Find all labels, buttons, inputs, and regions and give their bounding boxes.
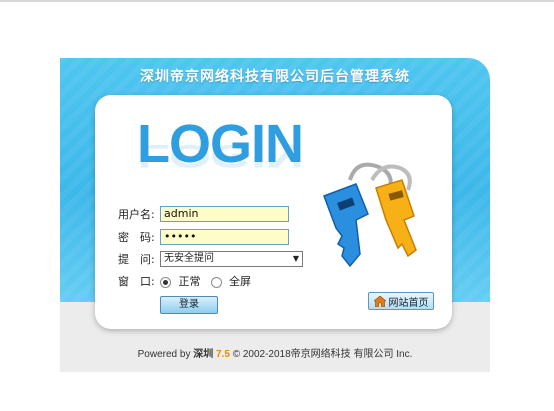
password-row: 密 码: ••••• (118, 229, 289, 245)
copyright-text: © 2002-2018帝京网络科技 有限公司 Inc. (232, 349, 413, 360)
system-title: 深圳帝京网络科技有限公司后台管理系统 (140, 69, 410, 85)
chevron-down-icon: ▼ (292, 254, 299, 263)
window-radio-fullscreen[interactable]: 全屏 (210, 273, 251, 289)
password-label: 密 码: (118, 231, 155, 244)
website-home-button[interactable]: 网站首页 (368, 292, 434, 310)
window-label: 窗 口: (118, 275, 155, 288)
window-option-fullscreen: 全屏 (229, 275, 251, 288)
brand-name: 深圳 (193, 349, 214, 360)
username-row: 用户名: admin (118, 206, 289, 222)
login-heading-reflection: LOGIN (137, 137, 303, 174)
powered-by-text: Powered by (137, 349, 191, 360)
radio-checked-icon (160, 276, 171, 288)
window-option-normal: 正常 (178, 275, 201, 288)
question-row: 提 问: 无安全提问 ▼ (118, 251, 303, 267)
window-row: 窗 口: 正常 全屏 (118, 273, 251, 289)
question-select[interactable]: 无安全提问 ▼ (160, 251, 303, 267)
version-number: 7.5 (216, 349, 230, 360)
username-label: 用户名: (118, 208, 155, 221)
login-button[interactable]: 登录 (160, 296, 218, 314)
keys-illustration (323, 162, 417, 268)
home-icon (373, 295, 386, 307)
question-label: 提 问: (118, 253, 155, 266)
blue-key-icon (323, 183, 369, 268)
username-input[interactable]: admin (160, 206, 289, 222)
top-border-line (0, 0, 554, 2)
footer-text: Powered by 深圳 7.5 © 2002-2018帝京网络科技 有限公司… (60, 345, 490, 360)
question-select-value: 无安全提问 (164, 253, 214, 264)
window-radio-normal[interactable]: 正常 (160, 273, 201, 289)
password-input[interactable]: ••••• (160, 229, 289, 245)
website-home-label: 网站首页 (388, 297, 429, 309)
yellow-key-icon (375, 179, 417, 258)
radio-unchecked-icon (210, 276, 222, 288)
